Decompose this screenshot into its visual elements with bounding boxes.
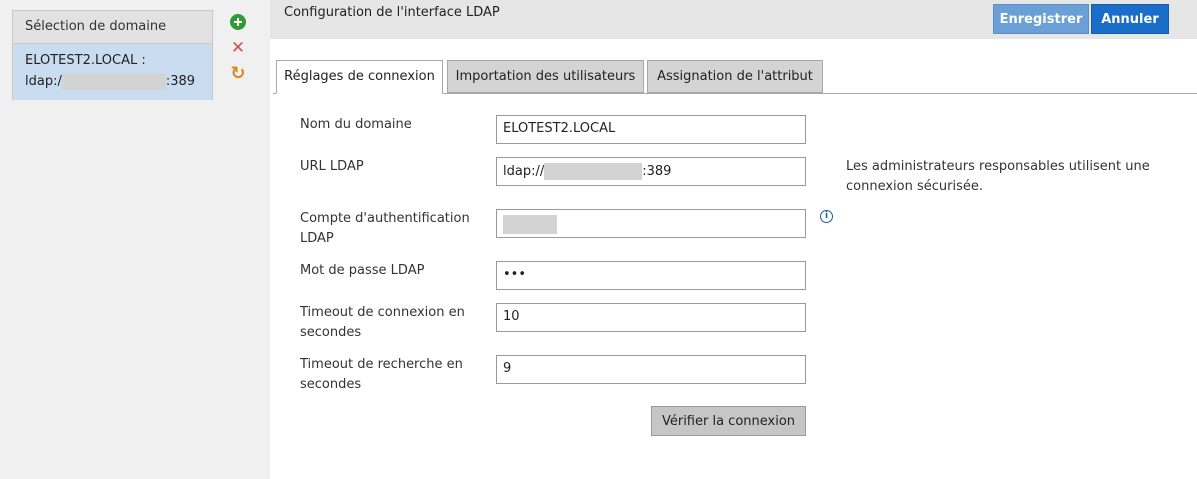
auth-account-field[interactable] xyxy=(496,209,806,238)
ldap-url-label: URL LDAP xyxy=(300,159,364,174)
url-security-note: Les administrateurs responsables utilise… xyxy=(846,159,1150,194)
connection-timeout-field[interactable]: 10 xyxy=(496,303,806,332)
tab-user-import[interactable]: Importation des utilisateurs xyxy=(447,60,644,93)
auth-account-label: Compte d'authentification LDAP xyxy=(300,211,470,246)
redacted-host xyxy=(61,73,166,90)
plus-icon[interactable] xyxy=(230,14,246,30)
domain-item-url-prefix: ldap:/ xyxy=(25,74,62,89)
search-timeout-label: Timeout de recherche en secondes xyxy=(300,357,463,392)
ldap-url-field[interactable]: ldap:// :389 xyxy=(496,157,806,186)
connection-timeout-label: Timeout de connexion en secondes xyxy=(300,305,465,340)
tab-connection-settings[interactable]: Réglages de connexion xyxy=(276,60,443,94)
ldap-url-prefix: ldap:// xyxy=(503,164,545,179)
page-title: Configuration de l'interface LDAP xyxy=(284,5,500,20)
redacted-host xyxy=(544,163,643,180)
domain-item-url: ldap:/ :389 xyxy=(25,71,200,92)
password-field[interactable]: ••• xyxy=(496,261,806,290)
domain-sidebar: Sélection de domaine ELOTEST2.LOCAL : ld… xyxy=(0,0,270,479)
domain-selection-header: Sélection de domaine xyxy=(13,11,212,44)
ldap-url-suffix: :389 xyxy=(642,164,672,179)
domain-list-item[interactable]: ELOTEST2.LOCAL : ldap:/ :389 xyxy=(13,44,212,100)
verify-connection-button[interactable]: Vérifier la connexion xyxy=(651,406,806,436)
domain-item-name: ELOTEST2.LOCAL : xyxy=(25,53,146,68)
search-timeout-field[interactable]: 9 xyxy=(496,355,806,384)
close-icon[interactable]: ✕ xyxy=(230,40,246,57)
domain-name-label: Nom du domaine xyxy=(300,117,412,132)
password-label: Mot de passe LDAP xyxy=(300,263,425,278)
redacted-account xyxy=(503,215,557,234)
domain-selection-box: Sélection de domaine ELOTEST2.LOCAL : ld… xyxy=(12,10,213,100)
refresh-icon[interactable]: ↻ xyxy=(230,65,246,83)
top-bar: Configuration de l'interface LDAP Enregi… xyxy=(270,0,1197,39)
domain-actions: ✕ ↻ xyxy=(230,14,248,92)
domain-item-url-suffix: :389 xyxy=(165,74,196,89)
save-button[interactable]: Enregistrer xyxy=(993,4,1089,34)
domain-name-field[interactable]: ELOTEST2.LOCAL xyxy=(496,115,806,144)
tab-attribute-assignment[interactable]: Assignation de l'attribut xyxy=(647,60,823,93)
cancel-button[interactable]: Annuler xyxy=(1091,4,1169,34)
info-icon[interactable]: i xyxy=(820,210,833,223)
